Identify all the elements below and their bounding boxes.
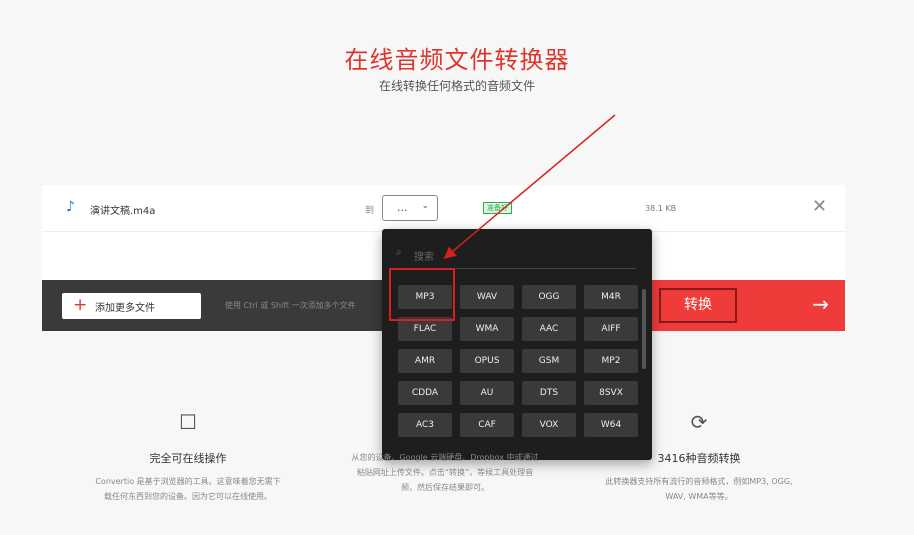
pointer-icon: ☐ [179,410,197,434]
format-option-aac[interactable]: AAC [522,317,576,341]
format-option-amr[interactable]: AMR [398,349,452,373]
page-subtitle: 在线转换任何格式的音频文件 [378,79,535,93]
convert-button[interactable]: 转换 [659,288,737,323]
format-option-ogg[interactable]: OGG [522,285,576,309]
format-option-8svx[interactable]: 8SVX [584,381,638,405]
feature-formats: ⟳ 3416种音频转换 此转换器支持所有流行的音频格式，例如MP3, OGG, … [589,410,809,504]
format-select-value: ... [397,201,408,214]
page-title: 在线音频文件转换器 [344,46,570,74]
format-option-opus[interactable]: OPUS [460,349,514,373]
feature-online: ☐ 完全可在线操作 Convertio 是基于浏览器的工具。这意味着您无需下载任… [78,410,298,504]
arrow-right-icon[interactable]: → [812,292,829,316]
plus-icon: + [73,295,88,315]
add-files-label: 添加更多文件 [95,303,155,314]
music-note-icon: ♪ [66,199,75,215]
refresh-icon: ⟳ [690,410,708,434]
feature-desc: Convertio 是基于浏览器的工具。这意味着您无需下载任何东西到您的设备。因… [95,477,281,501]
status-badge: 准备好 [483,202,512,214]
annotation-highlight-box [389,268,455,321]
close-icon[interactable]: ✕ [812,196,827,217]
file-size: 38.1 KB [645,204,677,213]
convert-area: 转换 → [652,280,845,331]
add-files-button[interactable]: + 添加更多文件 [62,293,201,319]
search-icon: ⌕ [396,247,402,258]
format-option-au[interactable]: AU [460,381,514,405]
feature-title: 完全可在线操作 [149,452,227,465]
format-select[interactable]: ... ⌄ [382,195,438,221]
feature-desc: 从您的设备、Google 云端硬盘、Dropbox 中或通过粘贴网址上传文件。点… [351,453,539,492]
file-name: 演讲文稿.m4a [90,206,156,217]
feature-upload: 从您的设备、Google 云端硬盘、Dropbox 中或通过粘贴网址上传文件。点… [335,410,555,495]
format-option-wma[interactable]: WMA [460,317,514,341]
format-option-gsm[interactable]: GSM [522,349,576,373]
format-option-dts[interactable]: DTS [522,381,576,405]
format-option-wav[interactable]: WAV [460,285,514,309]
feature-title: 3416种音频转换 [657,452,741,465]
chevron-down-icon: ⌄ [421,201,429,211]
cloud-icon [335,410,555,440]
multi-select-hint: 使用 Ctrl 或 Shift 一次添加多个文件 [225,301,356,310]
feature-desc: 此转换器支持所有流行的音频格式，例如MP3, OGG, WAV, WMA等等。 [605,477,793,501]
format-option-m4r[interactable]: M4R [584,285,638,309]
format-option-aiff[interactable]: AIFF [584,317,638,341]
search-placeholder: 搜索 [414,252,434,263]
format-search-input[interactable]: ⌕ 搜索 [392,239,636,269]
to-label: 到 [365,206,375,216]
format-option-mp2[interactable]: MP2 [584,349,638,373]
format-option-cdda[interactable]: CDDA [398,381,452,405]
dropdown-scrollbar[interactable] [642,289,646,369]
file-row: ♪ 演讲文稿.m4a 到 ... ⌄ 准备好 38.1 KB ✕ [42,185,845,232]
